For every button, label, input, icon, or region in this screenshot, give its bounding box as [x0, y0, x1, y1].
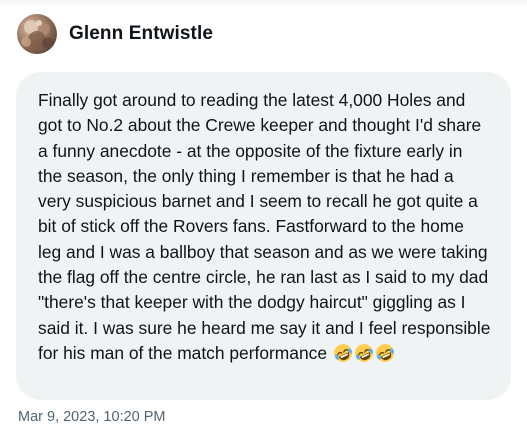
- message-text: Finally got around to reading the latest…: [38, 90, 496, 363]
- sender-avatar[interactable]: [17, 14, 57, 54]
- message-bubble[interactable]: Finally got around to reading the latest…: [16, 72, 511, 400]
- rolling-on-floor-laughing-icon: [375, 344, 394, 362]
- direct-message-view: Glenn Entwistle Finally got around to re…: [0, 0, 527, 445]
- sender-name[interactable]: Glenn Entwistle: [69, 23, 213, 45]
- message-timestamp: Mar 9, 2023, 10:20 PM: [18, 409, 166, 425]
- sender-header: Glenn Entwistle: [17, 13, 213, 55]
- rolling-on-floor-laughing-icon: [354, 344, 373, 362]
- message-body: Finally got around to reading the latest…: [38, 88, 491, 366]
- previous-content-edge: [0, 0, 527, 8]
- rolling-on-floor-laughing-icon: [333, 344, 352, 362]
- avatar-photo-icon: [21, 20, 54, 49]
